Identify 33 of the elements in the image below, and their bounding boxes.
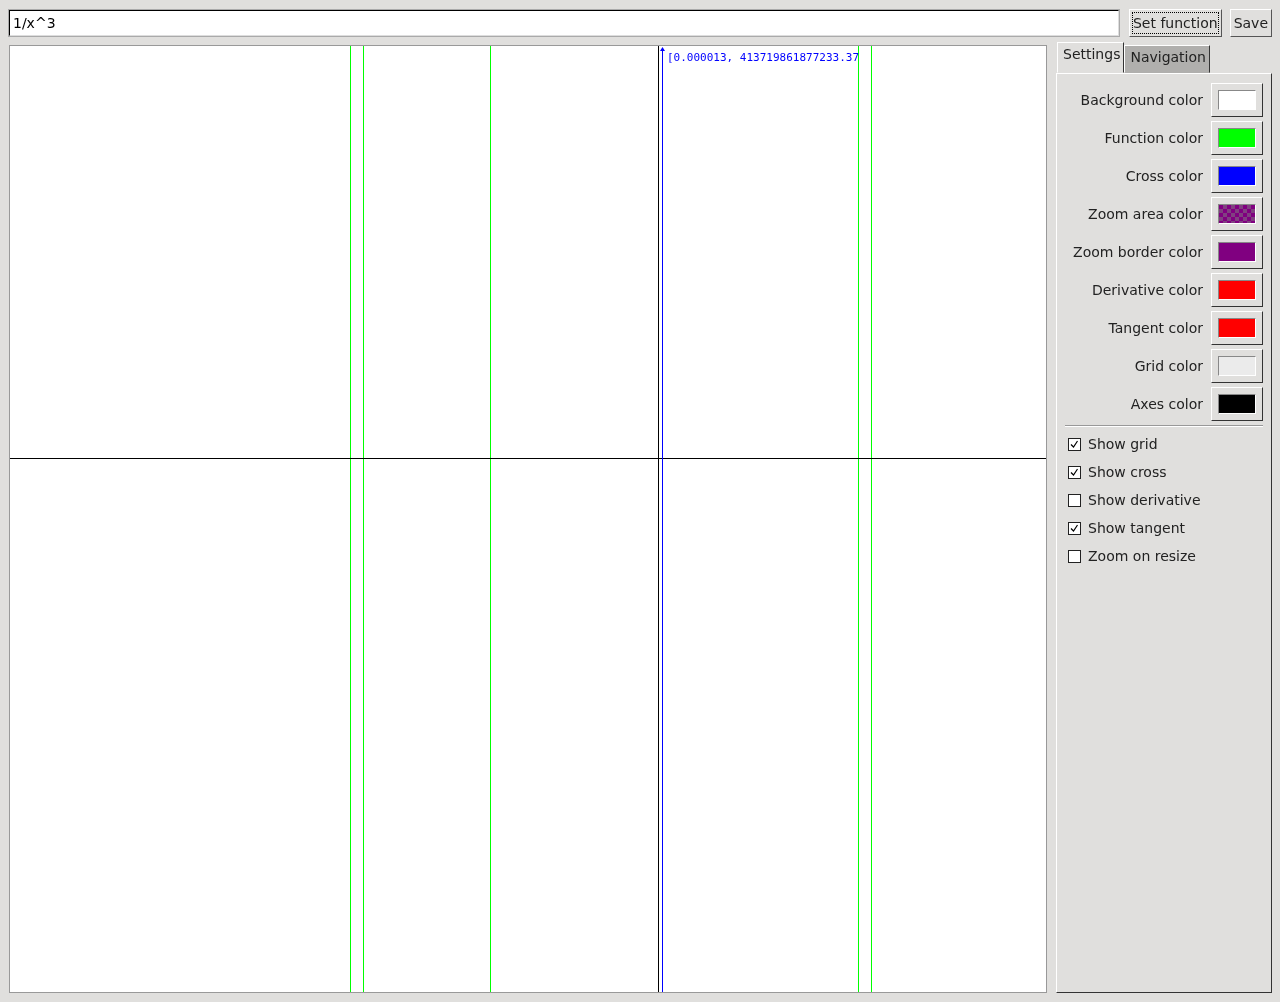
color-picker-button[interactable] <box>1211 197 1263 231</box>
settings-tab[interactable]: Settings <box>1057 42 1125 73</box>
checkbox-label[interactable]: Zoom on resize <box>1088 548 1196 564</box>
color-picker-button[interactable] <box>1211 349 1263 383</box>
checkbox[interactable] <box>1068 549 1081 563</box>
color-picker-button[interactable] <box>1211 273 1263 307</box>
checkbox[interactable] <box>1068 437 1081 451</box>
color-picker-button[interactable] <box>1211 121 1263 155</box>
color-picker-button[interactable] <box>1211 159 1263 193</box>
color-setting-label: Axes color <box>1130 396 1203 412</box>
checkbox[interactable] <box>1068 493 1081 507</box>
checkbox-label[interactable]: Show tangent <box>1088 520 1186 536</box>
checkbox[interactable] <box>1068 465 1081 479</box>
color-picker-button[interactable] <box>1211 83 1263 117</box>
function-input-field[interactable]: 1/x^3 <box>9 10 1119 36</box>
color-setting-label: Background color <box>1080 92 1203 108</box>
color-setting-label: Cross color <box>1125 168 1203 184</box>
color-picker-button[interactable] <box>1211 311 1263 345</box>
color-setting-label: Tangent color <box>1108 320 1203 336</box>
color-setting-label: Grid color <box>1134 358 1203 374</box>
color-setting-label: Zoom border color <box>1073 244 1203 260</box>
set-function-button[interactable]: Set function <box>1129 9 1222 37</box>
navigation-tab[interactable]: Navigation <box>1124 45 1210 73</box>
color-picker-button[interactable] <box>1211 387 1263 421</box>
checkbox-label[interactable]: Show grid <box>1088 436 1158 452</box>
color-picker-button[interactable] <box>1211 235 1263 269</box>
save-button[interactable]: Save <box>1229 9 1272 37</box>
checkbox[interactable] <box>1068 521 1081 535</box>
checkbox-label[interactable]: Show cross <box>1088 464 1167 480</box>
color-setting-label: Function color <box>1104 130 1203 146</box>
color-setting-label: Derivative color <box>1091 282 1203 298</box>
checkbox-label[interactable]: Show derivative <box>1088 492 1201 508</box>
color-setting-label: Zoom area color <box>1088 206 1203 222</box>
